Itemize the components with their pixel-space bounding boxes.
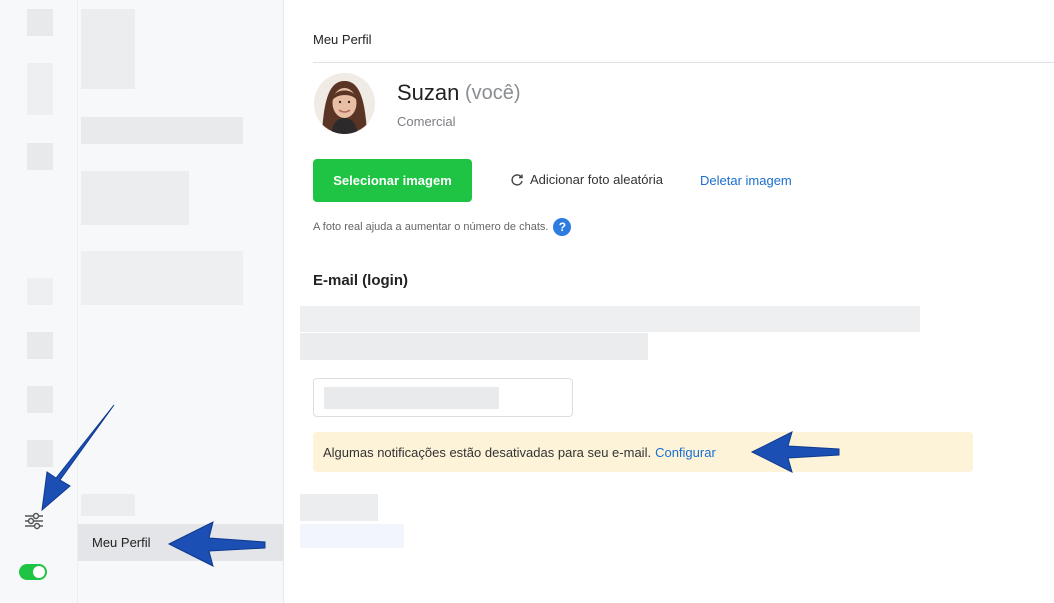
avatar[interactable]: [314, 73, 375, 134]
avatar-photo: [314, 73, 375, 134]
divider: [313, 62, 1054, 63]
redacted-email-text: [300, 333, 648, 360]
redacted-icon: [27, 63, 53, 115]
question-icon[interactable]: ?: [553, 218, 572, 236]
redacted-icon: [27, 278, 53, 305]
select-image-button[interactable]: Selecionar imagem: [313, 159, 472, 202]
random-photo-link[interactable]: Adicionar foto aleatória: [510, 172, 663, 187]
email-notification-notice: Algumas notificações estão desativadas p…: [313, 432, 973, 472]
you-tag: (você): [465, 82, 521, 104]
redacted-menu-block: [81, 251, 243, 305]
status-toggle[interactable]: [19, 564, 47, 580]
annotation-arrow-meu-perfil: [167, 521, 266, 567]
redacted-icon: [27, 332, 53, 359]
notice-text: Algumas notificações estão desativadas p…: [323, 444, 652, 460]
user-department: Comercial: [397, 114, 456, 129]
delete-image-link[interactable]: Deletar imagem: [700, 173, 792, 188]
annotation-arrow-settings: [41, 404, 115, 512]
refresh-icon: [511, 173, 523, 186]
redacted-menu-block: [81, 9, 135, 89]
redacted-icon: [27, 9, 53, 36]
email-section-title: E-mail (login): [313, 272, 408, 289]
page-title: Meu Perfil: [313, 32, 372, 47]
sidebar-item-label: Meu Perfil: [92, 535, 151, 550]
redacted-menu-block: [81, 171, 189, 225]
main-content: Meu Perfil Suzan (você) Comercial Seleci…: [284, 0, 1054, 603]
redacted-menu-block: [81, 117, 243, 144]
redacted-block: [300, 494, 378, 521]
configure-link[interactable]: Configurar: [655, 445, 716, 460]
hint-text: A foto real ajuda a aumentar o número de…: [313, 221, 549, 233]
random-photo-label: Adicionar foto aleatória: [530, 172, 663, 187]
email-field[interactable]: [313, 378, 573, 417]
redacted-icon: [27, 143, 53, 170]
user-name: Suzan: [397, 80, 460, 105]
photo-hint: A foto real ajuda a aumentar o número de…: [313, 218, 572, 236]
redacted-block: [300, 524, 404, 548]
redacted-email-value: [324, 387, 499, 409]
redacted-email-text: [300, 306, 920, 332]
annotation-arrow-configure: [750, 431, 840, 473]
